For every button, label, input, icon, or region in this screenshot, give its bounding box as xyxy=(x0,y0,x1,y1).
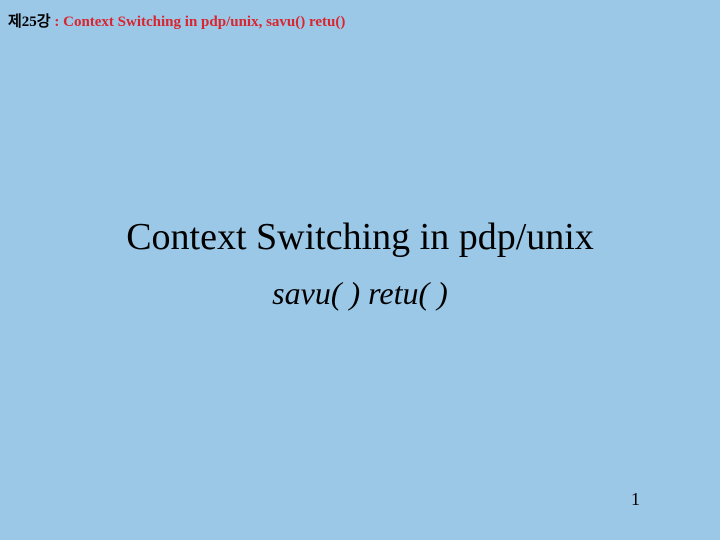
header-separator: : xyxy=(51,14,64,30)
header-topic: Context Switching in pdp/unix, savu() re… xyxy=(63,14,345,30)
slide-header: 제25강 : Context Switching in pdp/unix, sa… xyxy=(8,10,345,31)
slide-title: Context Switching in pdp/unix xyxy=(0,215,720,259)
lecture-number: 제25강 xyxy=(8,14,51,30)
slide-subtitle: savu( ) retu( ) xyxy=(0,275,720,312)
page-number: 1 xyxy=(631,489,640,510)
